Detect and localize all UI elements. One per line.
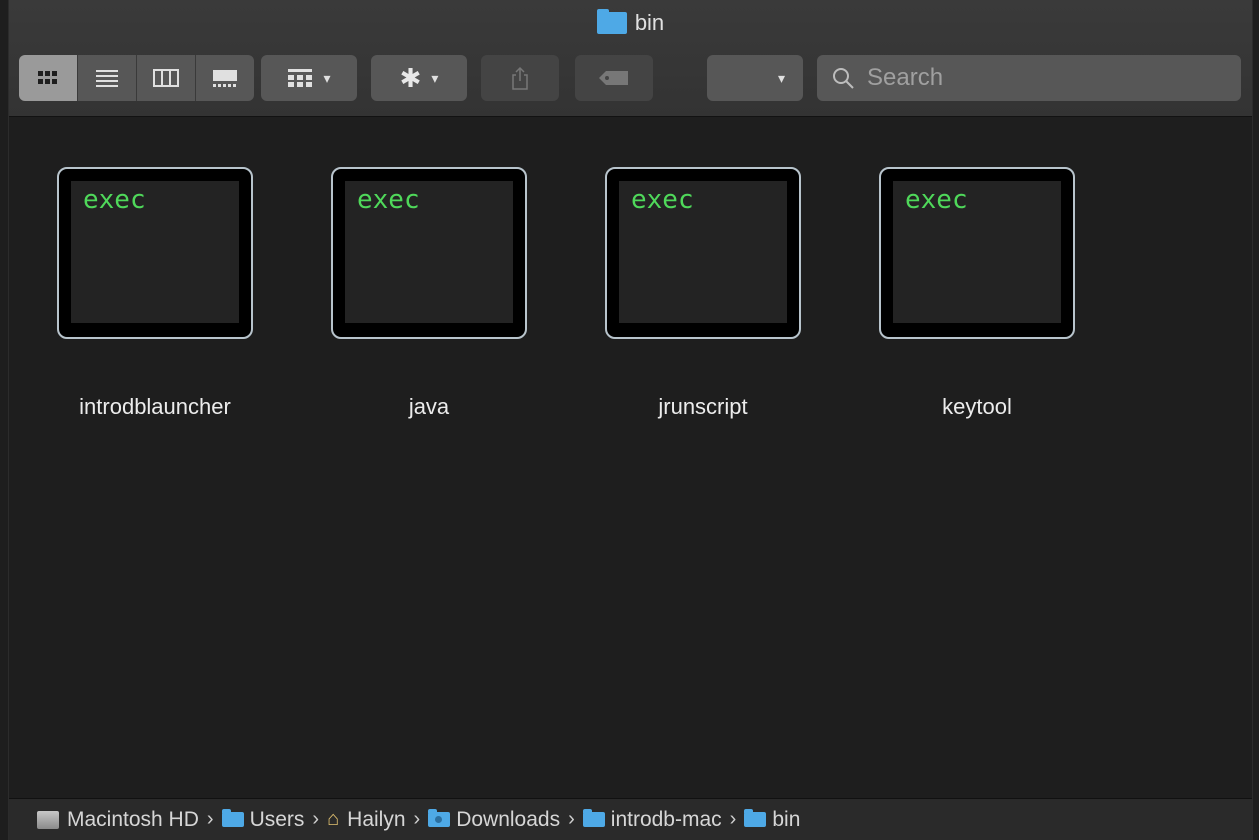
file-name: java xyxy=(408,394,450,419)
path-item-macintosh-hd[interactable]: Macintosh HD xyxy=(37,808,199,832)
file-name: keytool xyxy=(942,394,1012,419)
chevron-down-icon: ▾ xyxy=(777,69,785,86)
path-separator: › xyxy=(312,808,320,830)
file-item-keytool[interactable]: exec keytool xyxy=(877,167,1077,420)
executable-icon: exec xyxy=(57,167,253,339)
file-item-introdblauncher[interactable]: exec introdblauncher xyxy=(55,167,255,420)
tag-icon xyxy=(599,71,628,85)
view-mode-selector xyxy=(19,55,254,101)
icon-view-button[interactable] xyxy=(19,55,78,101)
users-folder-icon xyxy=(221,809,244,827)
exec-icon-label: exec xyxy=(71,181,239,323)
executable-icon: exec xyxy=(605,167,801,339)
path-item-label: Downloads xyxy=(456,807,561,831)
list-view-button[interactable] xyxy=(78,55,137,101)
file-item-java[interactable]: exec java xyxy=(329,167,529,420)
search-input[interactable] xyxy=(865,63,1229,93)
share-icon xyxy=(512,66,528,90)
path-item-label: Users xyxy=(249,807,305,831)
icon-view-icon xyxy=(38,71,57,84)
home-icon: ⌂ xyxy=(327,808,340,830)
chevron-down-icon: ▾ xyxy=(431,69,439,86)
path-separator: › xyxy=(413,808,421,830)
chevron-down-icon: ▾ xyxy=(323,69,331,86)
path-separator: › xyxy=(206,808,214,830)
exec-icon-label: exec xyxy=(893,181,1061,323)
exec-icon-label: exec xyxy=(345,181,513,323)
path-item-label: bin xyxy=(772,807,801,831)
finder-window: bin ▾ ✱ ▾ ▾ Search exec introdblauncher … xyxy=(8,0,1253,840)
folder-icon xyxy=(596,9,627,34)
toolbar: bin ▾ ✱ ▾ ▾ Search xyxy=(9,0,1252,117)
folder-icon xyxy=(744,809,767,827)
path-item-label: introdb-mac xyxy=(610,807,722,831)
file-name: introdblauncher xyxy=(79,394,231,419)
downloads-folder-icon xyxy=(428,809,451,827)
list-view-icon xyxy=(96,70,118,87)
executable-icon: exec xyxy=(879,167,1075,339)
window-title-text: bin xyxy=(634,10,665,35)
file-icon-grid: exec introdblauncher exec java exec jrun… xyxy=(9,117,1252,797)
path-item-bin[interactable]: bin xyxy=(744,808,800,832)
search-field[interactable] xyxy=(817,55,1241,101)
gear-icon: ✱ xyxy=(399,62,422,93)
path-bar: Macintosh HD › Users › ⌂ Hailyn › Downlo… xyxy=(9,798,1252,840)
path-item-label: Macintosh HD xyxy=(67,807,199,831)
column-view-icon xyxy=(153,69,179,87)
gallery-view-button[interactable] xyxy=(196,55,254,101)
group-by-button[interactable]: ▾ xyxy=(261,55,357,101)
path-separator: › xyxy=(729,808,737,830)
file-name: jrunscript xyxy=(658,394,748,419)
hard-drive-icon xyxy=(37,810,59,829)
path-dropdown[interactable]: ▾ xyxy=(707,55,803,101)
path-item-users[interactable]: Users xyxy=(221,807,305,832)
path-separator: › xyxy=(568,808,575,830)
column-view-button[interactable] xyxy=(137,55,196,101)
file-item-jrunscript[interactable]: exec jrunscript xyxy=(603,167,803,420)
search-icon xyxy=(833,68,854,89)
window-title: bin xyxy=(9,9,1252,36)
path-item-introdb-mac[interactable]: introdb-mac xyxy=(582,807,722,832)
folder-icon xyxy=(582,809,605,827)
action-button[interactable]: ✱ ▾ xyxy=(371,55,467,101)
path-item-downloads[interactable]: Downloads xyxy=(428,808,560,832)
executable-icon: exec xyxy=(331,167,527,339)
exec-icon-label: exec xyxy=(619,181,787,323)
path-item-label: Hailyn xyxy=(347,807,406,831)
group-by-icon xyxy=(288,69,313,87)
gallery-view-icon xyxy=(213,70,237,87)
share-button[interactable] xyxy=(481,55,559,101)
path-item-hailyn[interactable]: ⌂ Hailyn xyxy=(327,808,405,832)
tag-button[interactable] xyxy=(575,55,653,101)
